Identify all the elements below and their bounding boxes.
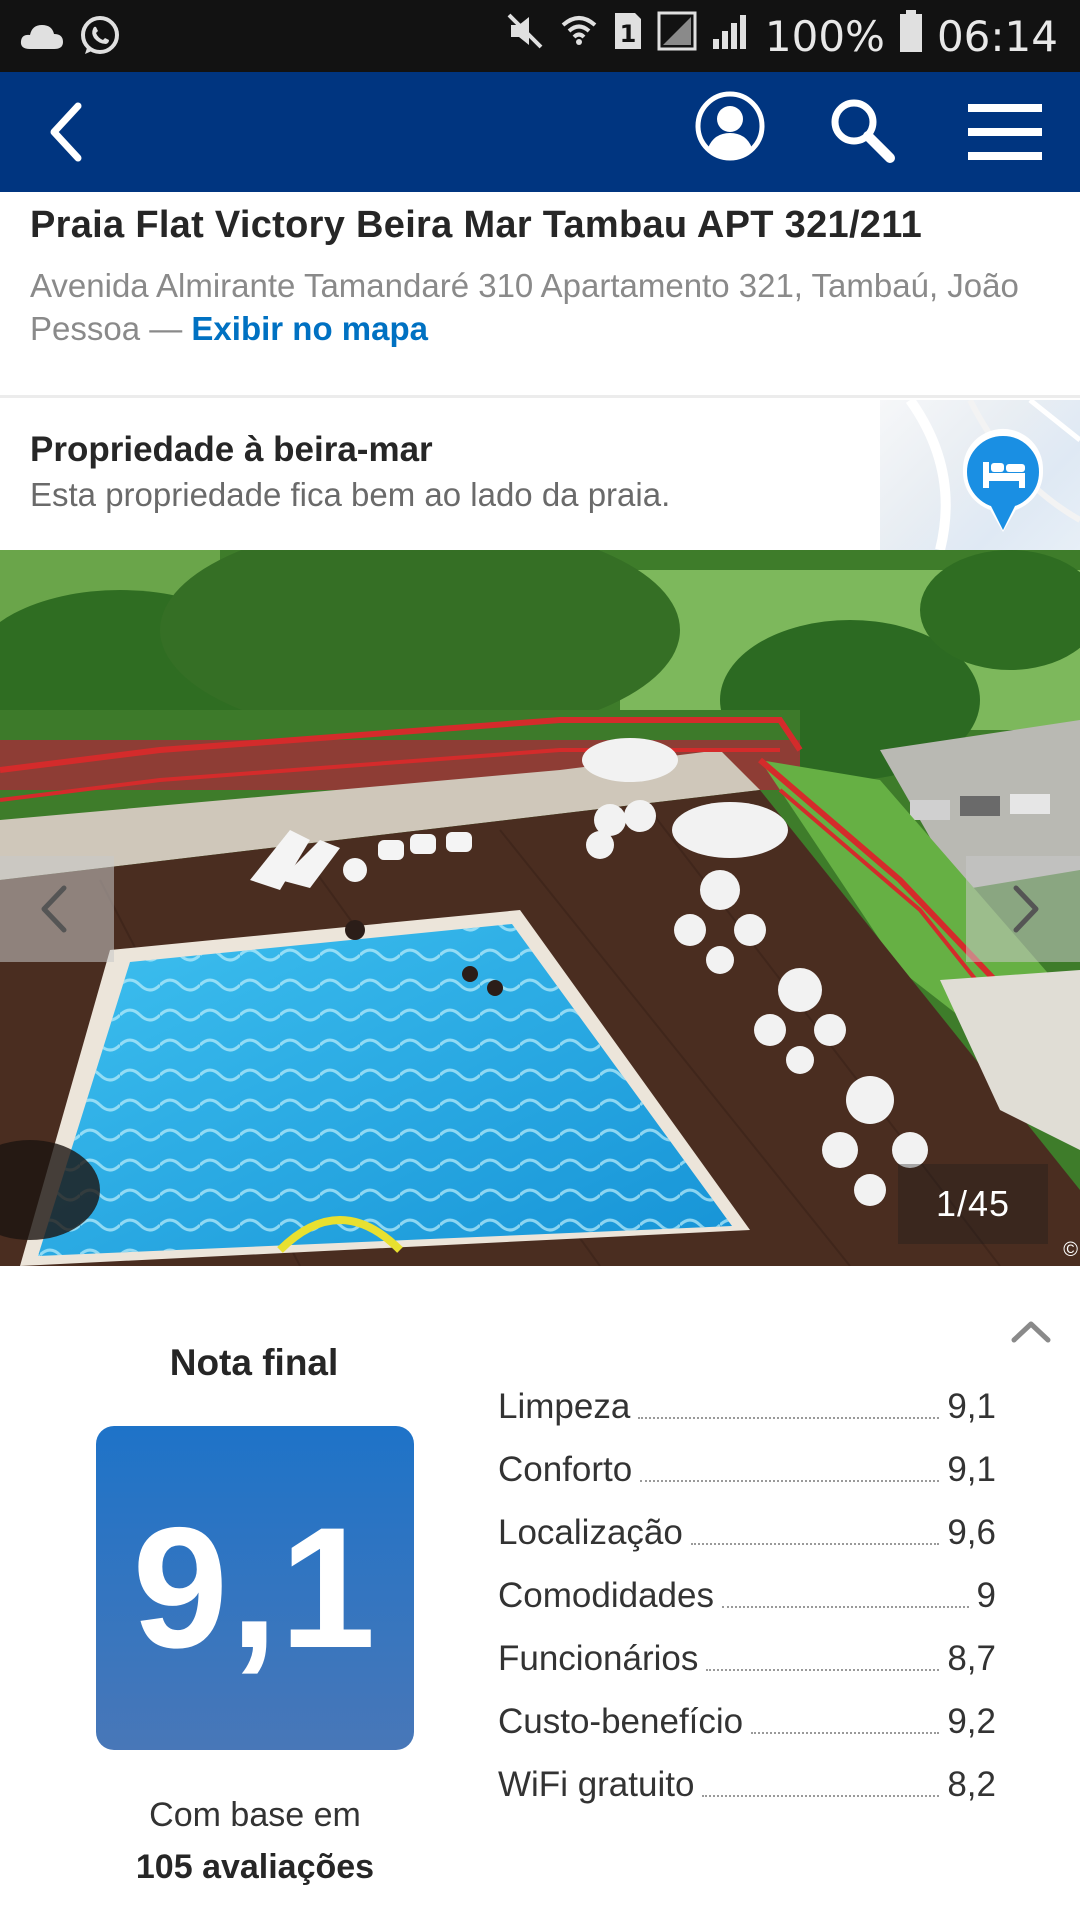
category-row: Conforto 9,1	[498, 1429, 996, 1492]
show-on-map-link[interactable]: Exibir no mapa	[191, 310, 428, 347]
category-name: Comodidades	[498, 1576, 714, 1615]
sim-slot-number: 1	[620, 20, 637, 48]
beachfront-description: Esta propriedade fica bem ao lado da pra…	[30, 476, 671, 513]
account-icon	[695, 91, 765, 161]
back-arrow-icon	[50, 102, 82, 162]
account-button[interactable]	[694, 90, 766, 162]
signal-icon	[711, 11, 751, 62]
chevron-left-icon	[41, 885, 67, 933]
clock: 06:14	[936, 12, 1058, 61]
search-button[interactable]	[826, 94, 898, 166]
status-bar: 1 100% 06:14	[0, 0, 1080, 72]
previous-photo-button[interactable]	[0, 856, 114, 962]
dotted-leader	[690, 1543, 940, 1545]
mute-icon	[505, 11, 545, 62]
category-name: Custo-benefício	[498, 1702, 744, 1741]
dotted-leader	[721, 1606, 969, 1608]
category-score-list: Limpeza 9,1 Conforto 9,1 Localização 9,6…	[498, 1366, 996, 1807]
based-on-text: Com base em	[149, 1796, 361, 1834]
category-name: Limpeza	[498, 1387, 631, 1426]
category-row: Comodidades 9	[498, 1555, 996, 1618]
review-score-section: Nota final 9,1 Com base em 105 avaliaçõe…	[0, 1266, 1080, 1920]
final-score-label: Nota final	[169, 1342, 339, 1383]
next-photo-button[interactable]	[966, 856, 1080, 962]
dotted-leader	[638, 1417, 940, 1419]
category-value: 9,1	[947, 1450, 996, 1489]
category-value: 9,2	[947, 1702, 996, 1741]
app-header	[0, 72, 1080, 192]
status-bar-right: 1 100% 06:14	[505, 10, 1058, 63]
chevron-right-icon	[1013, 885, 1039, 933]
dotted-leader	[751, 1732, 940, 1734]
category-name: Funcionários	[498, 1639, 699, 1678]
copyright-mark: ©	[1063, 1239, 1078, 1261]
collapse-button[interactable]	[1006, 1312, 1056, 1352]
category-row: Localização 9,6	[498, 1492, 996, 1555]
signal-box-icon	[657, 11, 697, 62]
status-bar-left	[20, 14, 122, 63]
property-address: Avenida Almirante Tamandaré 310 Apartame…	[30, 264, 1050, 350]
category-name: WiFi gratuito	[498, 1765, 695, 1804]
final-score-badge: 9,1	[96, 1426, 414, 1750]
category-value: 9,6	[947, 1513, 996, 1552]
category-value: 9,1	[947, 1387, 996, 1426]
menu-button[interactable]	[966, 100, 1044, 164]
chevron-up-icon	[1011, 1321, 1051, 1343]
back-button[interactable]	[40, 100, 100, 164]
dotted-leader	[640, 1480, 940, 1482]
battery-icon	[899, 10, 923, 63]
cloud-icon	[20, 21, 64, 56]
pool-photo	[0, 550, 1080, 1266]
whatsapp-icon	[78, 14, 122, 63]
category-row: Custo-benefício 9,2	[498, 1681, 996, 1744]
battery-percent: 100%	[764, 12, 885, 61]
photo-counter: 1/45	[898, 1164, 1048, 1244]
menu-icon	[968, 104, 1042, 160]
photo-gallery[interactable]: 1/45 ©	[0, 550, 1080, 1266]
final-score-value: 9,1	[132, 1492, 378, 1684]
review-count[interactable]: 105 avaliações	[60, 1848, 450, 1887]
category-name: Localização	[498, 1513, 683, 1552]
wifi-icon	[559, 11, 599, 62]
category-name: Conforto	[498, 1450, 633, 1489]
search-icon	[831, 99, 895, 163]
beachfront-banner[interactable]: Propriedade à beira-mar Esta propriedade…	[0, 400, 1080, 550]
category-row: Limpeza 9,1	[498, 1366, 996, 1429]
bed-map-pin-icon	[958, 426, 1048, 536]
address-text: Avenida Almirante Tamandaré 310 Apartame…	[30, 267, 1019, 347]
sim-icon: 1	[613, 11, 643, 62]
category-value: 8,7	[947, 1639, 996, 1678]
dotted-leader	[706, 1669, 940, 1671]
category-value: 8,2	[947, 1765, 996, 1804]
dotted-leader	[702, 1795, 940, 1797]
property-title: Praia Flat Victory Beira Mar Tambau APT …	[30, 204, 923, 246]
beachfront-title: Propriedade à beira-mar	[30, 430, 433, 469]
category-value: 9	[976, 1576, 996, 1615]
category-row: Funcionários 8,7	[498, 1618, 996, 1681]
category-row: WiFi gratuito 8,2	[498, 1744, 996, 1807]
property-header: Praia Flat Victory Beira Mar Tambau APT …	[0, 192, 1080, 398]
